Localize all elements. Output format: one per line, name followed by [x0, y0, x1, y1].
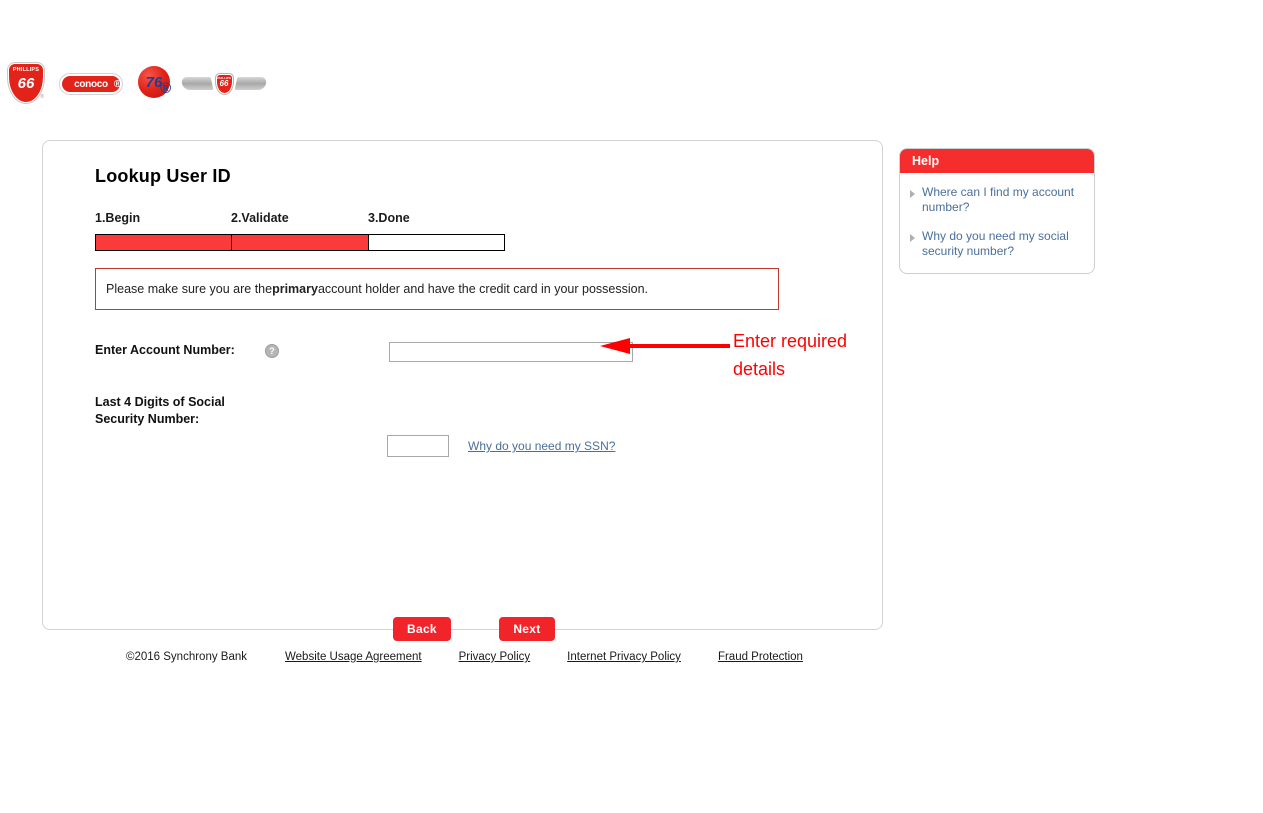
help-list-item[interactable]: Where can I find my account number? [910, 185, 1084, 215]
seventysix-ball-icon: 76 ® [138, 66, 171, 98]
conoco-logo: conoco ® [60, 74, 126, 96]
conoco-pill-icon: conoco ® [60, 74, 122, 94]
copyright-text: ©2016 Synchrony Bank [126, 651, 247, 663]
help-panel: Help Where can I find my account number?… [899, 148, 1095, 274]
help-link-account-number[interactable]: Where can I find my account number? [922, 185, 1084, 215]
footer-link-privacy-policy[interactable]: Privacy Policy [459, 651, 531, 663]
triangle-bullet-icon [910, 234, 915, 242]
step-label-begin: 1.Begin [95, 211, 141, 225]
step-label-validate: 2.Validate [231, 211, 289, 225]
notice-text-after: account holder and have the credit card … [317, 282, 648, 296]
registered-mark: ® [159, 80, 171, 97]
annotation-text: Enter required details [733, 331, 848, 379]
footer-link-internet-privacy-policy[interactable]: Internet Privacy Policy [567, 651, 681, 663]
left-arrow-icon [600, 338, 730, 354]
progress-segment-validate [232, 234, 369, 251]
phillips66-wordmark: PHILLIPS [12, 67, 40, 73]
notice-text-before: Please make sure you are the [106, 282, 273, 296]
next-button[interactable]: Next [499, 617, 555, 641]
account-number-label: Enter Account Number: [95, 343, 235, 357]
back-button[interactable]: Back [393, 617, 451, 641]
phillips66-number: 66 [17, 74, 35, 92]
seventysix-logo: 76 ® [138, 66, 174, 104]
lookup-user-id-card: Lookup User ID 1.Begin 2.Validate 3.Done… [42, 140, 883, 641]
ssn-label-line1: Last 4 Digits of Social [95, 395, 225, 409]
account-number-input[interactable] [389, 342, 633, 362]
progress-segment-begin [95, 234, 233, 251]
ssn-label: Last 4 Digits of Social Security Number: [95, 391, 255, 428]
progress-bar [95, 234, 505, 251]
wing-left-icon [180, 77, 214, 90]
help-list-item[interactable]: Why do you need my social security numbe… [910, 229, 1084, 259]
triangle-bullet-icon [910, 190, 915, 198]
wings-shield-icon: PHILLIPS 66 [215, 74, 233, 94]
ssn-row: Last 4 Digits of Social Security Number:… [95, 391, 855, 457]
registered-mark: ® [40, 94, 44, 100]
help-panel-body: Where can I find my account number? Why … [900, 173, 1094, 273]
footer-link-fraud-protection[interactable]: Fraud Protection [718, 651, 803, 663]
why-need-ssn-link[interactable]: Why do you need my SSN? [468, 439, 615, 453]
form-button-row: Back Next [393, 617, 555, 641]
conoco-wordmark: conoco [74, 78, 108, 90]
notice-text-strong: primary [272, 282, 318, 296]
progress-step-labels: 1.Begin 2.Validate 3.Done [95, 211, 515, 229]
page-footer: ©2016 Synchrony Bank Website Usage Agree… [126, 651, 803, 663]
wing-right-icon [234, 77, 268, 90]
help-link-social-security[interactable]: Why do you need my social security numbe… [922, 229, 1084, 259]
primary-account-notice: Please make sure you are the primary acc… [95, 268, 779, 310]
question-mark-icon[interactable]: ? [265, 344, 279, 358]
brand-logo-bar: PHILLIPS 66 ® conoco ® 76 ® PHILLIPS 66 [0, 30, 1263, 103]
phillips66-wings-logo: PHILLIPS 66 [180, 70, 268, 100]
wings-number: 66 [219, 79, 229, 88]
footer-link-website-usage-agreement[interactable]: Website Usage Agreement [285, 651, 422, 663]
step-label-done: 3.Done [368, 211, 410, 225]
page-title: Lookup User ID [95, 166, 231, 186]
progress-segment-done [368, 234, 505, 251]
ssn-label-line2: Security Number: [95, 412, 200, 426]
phillips66-logo: PHILLIPS 66 ® [8, 63, 48, 105]
registered-mark: ® [113, 79, 121, 90]
wings-icon: PHILLIPS 66 [180, 70, 268, 98]
ssn-input[interactable] [387, 435, 449, 457]
phillips66-shield-icon: PHILLIPS 66 ® [8, 63, 44, 103]
help-panel-title: Help [900, 149, 1094, 173]
